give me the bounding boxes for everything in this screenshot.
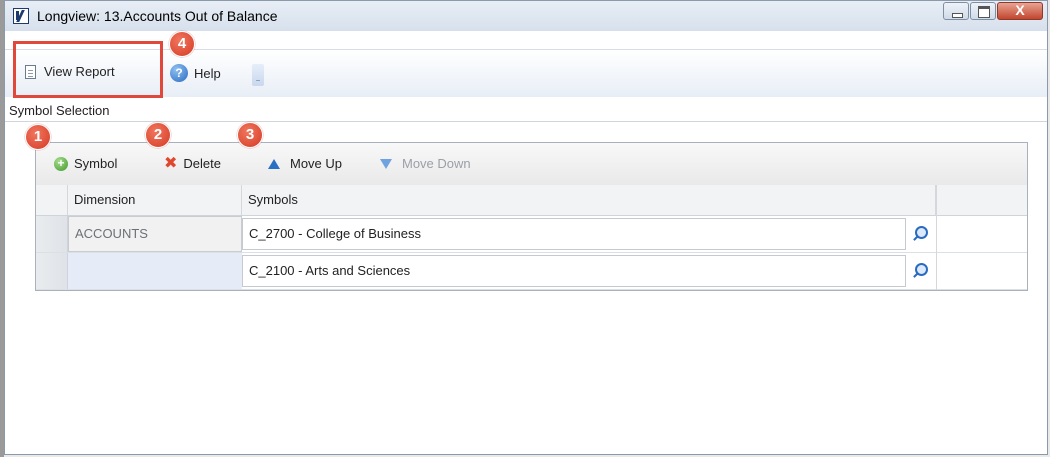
callout-badge-3: 3 [237,122,263,148]
row-selector-header [36,185,68,215]
move-down-button[interactable]: Move Down [380,156,471,171]
symbol-grid: + Symbol ✖ Delete Move Up Move Down Dime… [35,142,1028,291]
close-icon: X [1015,2,1025,18]
callout-badge-4: 4 [169,31,195,57]
add-icon: + [54,156,68,171]
maximize-icon [978,6,990,18]
symbol-field[interactable]: C_2100 - Arts and Sciences [242,255,906,287]
section-title: Symbol Selection [9,103,110,118]
delete-label: Delete [183,156,221,171]
window-title: Longview: 13.Accounts Out of Balance [37,8,278,24]
close-button[interactable]: X [997,2,1043,20]
row-selector[interactable] [36,253,68,289]
dimension-cell[interactable]: ACCOUNTS [68,216,242,252]
symbol-field[interactable]: C_2700 - College of Business [242,218,906,250]
column-header-dimension[interactable]: Dimension [68,185,242,215]
help-label: Help [194,65,221,81]
grid-header: Dimension Symbols [36,185,1027,216]
app-window: Longview: 13.Accounts Out of Balance X V… [4,0,1048,455]
move-up-label: Move Up [290,156,343,171]
row-selector[interactable] [36,216,68,252]
callout-badge-1: 1 [25,124,51,150]
move-down-label: Move Down [402,156,471,171]
move-up-button[interactable]: Move Up [268,156,342,171]
delete-button[interactable]: ✖ Delete [164,154,221,172]
callout-badge-2: 2 [145,122,171,148]
column-header-symbols[interactable]: Symbols [242,185,936,215]
dimension-cell[interactable] [68,253,242,289]
minimize-button[interactable] [943,2,969,20]
table-row[interactable]: C_2100 - Arts and Sciences [36,253,1027,290]
help-icon: ? [170,64,188,82]
symbol-search-button[interactable] [908,256,936,286]
toolbar-overflow-button[interactable] [252,64,264,86]
help-button[interactable]: ? Help [170,64,221,82]
maximize-button[interactable] [970,2,996,20]
table-row[interactable]: ACCOUNTS C_2700 - College of Business [36,216,1027,253]
app-logo-icon [13,8,29,24]
delete-icon: ✖ [164,154,178,172]
add-symbol-button[interactable]: + Symbol [54,156,117,171]
minimize-icon [952,13,963,18]
add-symbol-label: Symbol [74,156,118,171]
column-divider [936,185,937,290]
view-report-highlight [13,41,163,98]
window-controls: X [942,2,1043,20]
arrow-down-icon [380,158,392,169]
title-bar: Longview: 13.Accounts Out of Balance X [5,1,1047,31]
grid-toolbar: + Symbol ✖ Delete Move Up Move Down [36,143,1027,186]
arrow-up-icon [268,158,280,169]
symbol-search-button[interactable] [908,219,936,249]
